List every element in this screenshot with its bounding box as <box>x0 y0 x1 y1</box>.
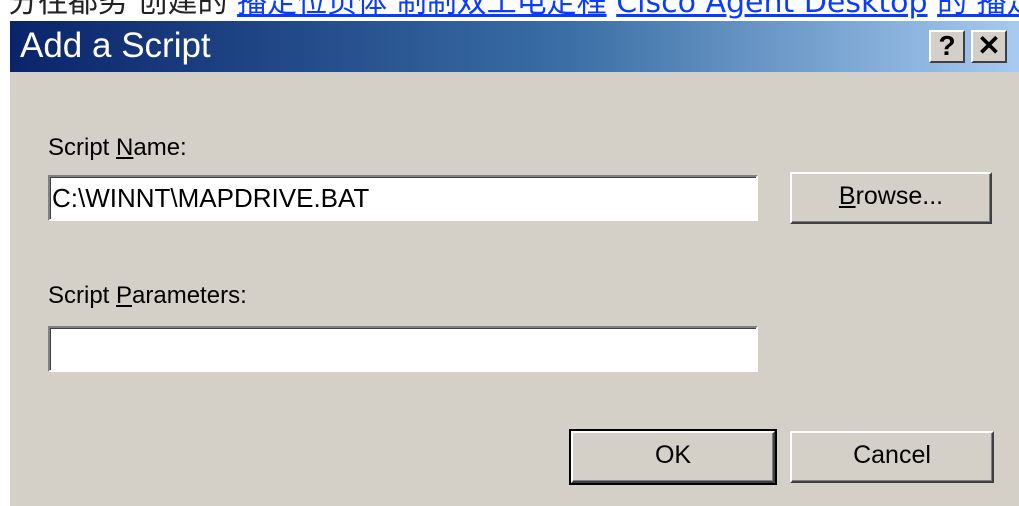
add-script-dialog: Add a Script ? ✕ Script Name: C:\WINNT\M… <box>8 19 1019 506</box>
background-link-end[interactable]: 的 播定 <box>937 0 1019 20</box>
cancel-button-label: Cancel <box>853 441 931 469</box>
script-name-input[interactable]: C:\WINNT\MAPDRIVE.BAT <box>48 175 758 221</box>
ok-button[interactable]: OK <box>569 429 777 485</box>
cancel-button[interactable]: Cancel <box>790 431 994 483</box>
close-button[interactable]: ✕ <box>971 30 1007 63</box>
browse-button-key: B <box>838 182 856 210</box>
script-name-label: Script Name: <box>48 134 187 161</box>
page: 分往都劣 创建的 播定位页体 制制双工电定程 Cisco Agent Deskt… <box>0 0 1019 506</box>
script-name-value: C:\WINNT\MAPDRIVE.BAT <box>52 183 370 213</box>
background-link-cad[interactable]: Cisco Agent Desktop <box>616 0 927 20</box>
close-icon: ✕ <box>977 30 1001 61</box>
browse-button-label: rowse... <box>855 182 944 210</box>
background-link[interactable]: 播定位页体 制制双工电定程 <box>237 0 607 20</box>
background-text-prefix: 分往都劣 创建的 <box>8 0 228 20</box>
script-parameters-label: Script Parameters: <box>48 282 247 309</box>
help-button[interactable]: ? <box>929 30 965 63</box>
browse-button[interactable]: Browse... <box>790 172 992 224</box>
dialog-title: Add a Script <box>20 26 211 65</box>
ok-button-label: OK <box>654 441 692 469</box>
background-article-text: 分往都劣 创建的 播定位页体 制制双工电定程 Cisco Agent Deskt… <box>8 0 1019 20</box>
help-icon: ? <box>938 30 956 61</box>
script-parameters-input[interactable] <box>48 326 758 372</box>
title-bar[interactable]: Add a Script ? ✕ <box>10 21 1019 72</box>
